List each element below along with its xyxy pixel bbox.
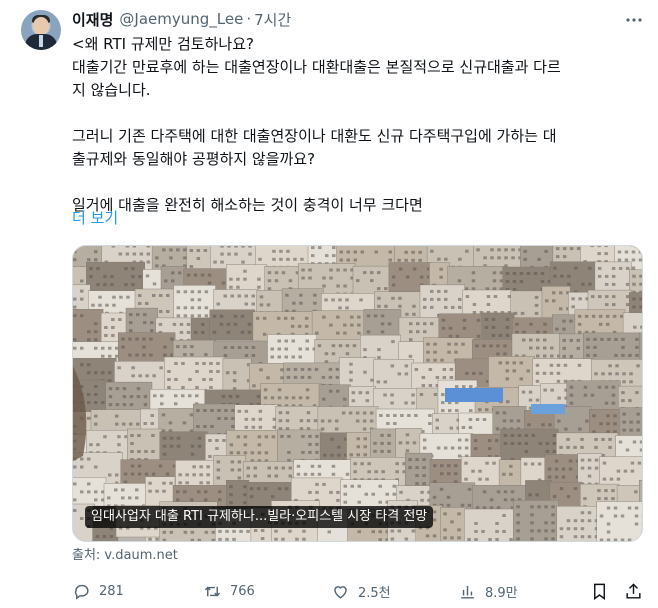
avatar[interactable] xyxy=(21,10,61,50)
tweet-line: 그러니 기존 다주택에 대한 대출연장이나 대환도 신규 다주택구입에 가하는 … xyxy=(72,127,557,145)
show-more-link[interactable]: 더 보기 xyxy=(72,207,118,230)
tweet-text: <왜 RTI 규제만 검토하나요? 대출기간 만료후에 하는 대출연장이나 대환… xyxy=(72,33,644,217)
reply-button[interactable]: 281 xyxy=(72,578,124,604)
timestamp[interactable]: 7시간 xyxy=(254,9,291,30)
retweet-count: 766 xyxy=(230,583,255,599)
more-dots-icon[interactable] xyxy=(622,8,646,32)
share-button[interactable] xyxy=(624,578,643,604)
tweet-line: 지 않습니다. xyxy=(72,81,151,99)
card-caption: 임대사업자 대출 RTI 규제하나...빌라·오피스텔 시장 타격 전망 xyxy=(85,506,434,528)
separator: · xyxy=(246,10,252,28)
retweet-button[interactable]: 766 xyxy=(203,578,255,604)
author-handle[interactable]: @Jaemyung_Lee xyxy=(119,10,243,28)
tweet-line: 출규제와 동일해야 공평하지 않을까요? xyxy=(72,150,316,168)
share-icon xyxy=(626,582,641,599)
avatar-tie xyxy=(39,35,43,47)
city-buildings-photo xyxy=(73,246,642,541)
views-button[interactable]: 8.9만 xyxy=(458,578,518,604)
bookmark-icon xyxy=(594,583,605,600)
reply-icon xyxy=(74,584,89,600)
reply-count: 281 xyxy=(99,583,124,599)
retweet-icon xyxy=(204,586,221,596)
action-bar: 281 766 2.5천 8.9만 xyxy=(72,578,648,604)
tweet-line: 대출기간 만료후에 하는 대출연장이나 대환대출은 본질적으로 신규대출과 다르 xyxy=(72,58,561,76)
like-button[interactable]: 2.5천 xyxy=(331,578,391,604)
like-icon xyxy=(334,585,347,599)
tweet-line: <왜 RTI 규제만 검토하나요? xyxy=(72,35,254,53)
bookmark-button[interactable] xyxy=(590,578,609,604)
link-card[interactable]: 임대사업자 대출 RTI 규제하나...빌라·오피스텔 시장 타격 전망 xyxy=(72,245,643,542)
author-name[interactable]: 이재명 xyxy=(72,9,113,30)
avatar-face xyxy=(33,17,49,35)
card-source[interactable]: 출처: v.daum.net xyxy=(72,546,178,566)
like-count: 2.5천 xyxy=(358,585,391,601)
views-count: 8.9만 xyxy=(485,585,518,601)
views-icon xyxy=(461,585,474,599)
tweet-line: 일거에 대출을 완전히 해소하는 것이 충격이 너무 크다면 xyxy=(72,196,423,214)
tweet-header: 이재명 @Jaemyung_Lee · 7시간 xyxy=(72,8,291,30)
